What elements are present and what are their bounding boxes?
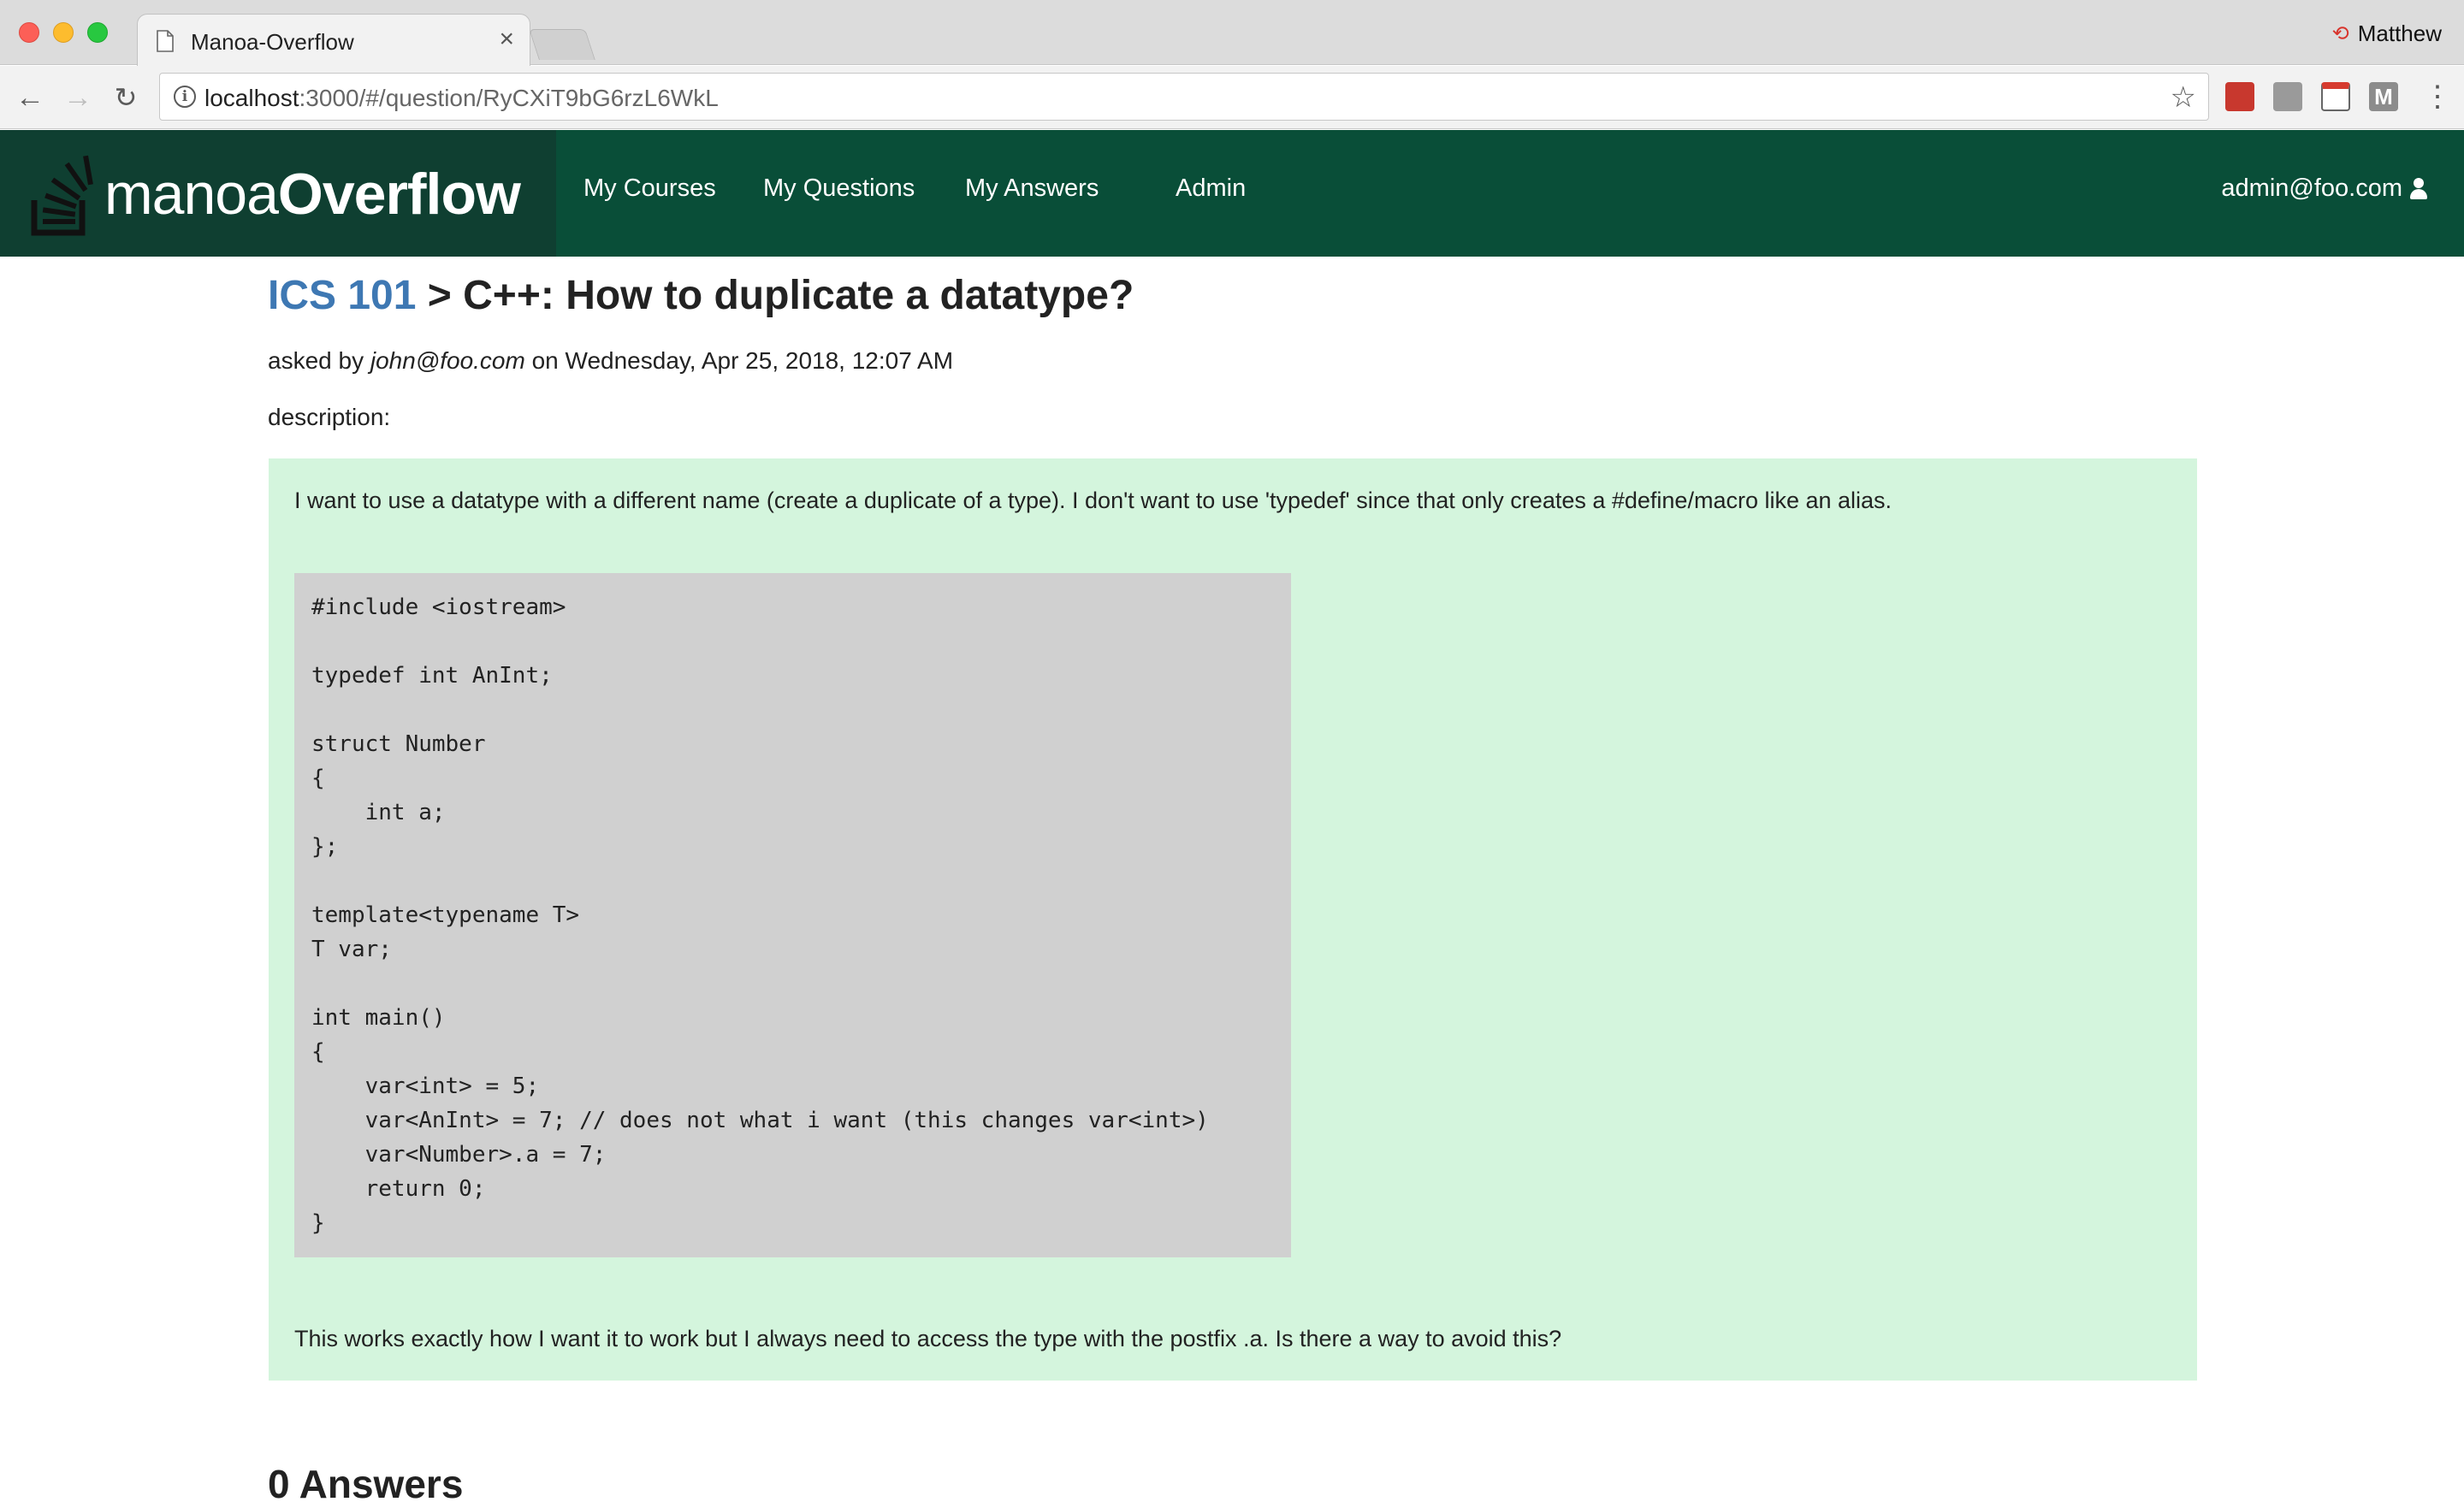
description-box: I want to use a datatype with a differen… (269, 458, 2197, 1381)
extension-gray-icon[interactable] (2273, 82, 2302, 111)
brand-logo[interactable]: manoaOverflow (0, 130, 556, 257)
browser-tab-active[interactable]: Manoa-Overflow × (137, 14, 530, 67)
browser-menu-icon[interactable]: ⋮ (2423, 80, 2452, 114)
question-meta: asked by john@foo.com on Wednesday, Apr … (268, 347, 953, 375)
tab-close-icon[interactable]: × (499, 27, 514, 52)
breadcrumb-separator: > (416, 273, 464, 318)
user-email: admin@foo.com (2221, 174, 2402, 202)
user-icon (2409, 177, 2428, 200)
site-navbar: manoaOverflow My Courses My Questions My… (0, 130, 2464, 257)
nav-my-answers[interactable]: My Answers (965, 174, 1099, 203)
forward-arrow-icon[interactable]: → (62, 81, 94, 114)
description-paragraph-2: This works exactly how I want it to work… (294, 1326, 1562, 1351)
new-tab-button[interactable] (529, 29, 595, 60)
stack-logo-icon (31, 155, 93, 236)
close-window-button[interactable] (19, 22, 39, 43)
minimize-window-button[interactable] (53, 22, 74, 43)
reload-icon[interactable]: ↻ (110, 81, 142, 114)
calendar-icon[interactable] (2321, 82, 2350, 111)
page-icon (157, 30, 174, 52)
question-title: C++: How to duplicate a datatype? (463, 273, 1134, 318)
url-host: localhost (204, 85, 299, 111)
user-menu[interactable]: admin@foo.com (2221, 174, 2428, 203)
code-text: #include <iostream> typedef int AnInt; s… (311, 594, 1209, 1236)
question-date: on Wednesday, Apr 25, 2018, 12:07 AM (524, 347, 954, 374)
url-path: :3000/#/question/RyCXiT9bG6rzL6WkL (299, 85, 719, 111)
code-block: #include <iostream> typedef int AnInt; s… (294, 573, 1291, 1257)
sync-icon: ⟲ (2331, 22, 2349, 45)
profile-button[interactable]: ⟲ Matthew (2332, 21, 2442, 47)
extension-red-icon[interactable] (2225, 82, 2254, 111)
description-label: description: (268, 404, 391, 430)
nav-my-courses[interactable]: My Courses (583, 174, 716, 203)
brand-name-bold: Overflow (277, 162, 521, 227)
back-arrow-icon[interactable]: ← (14, 81, 46, 114)
url-text[interactable]: localhost:3000/#/question/RyCXiT9bG6rzL6… (204, 85, 719, 112)
author-email: john@foo.com (370, 347, 525, 374)
bookmark-star-icon[interactable]: ☆ (2171, 80, 2196, 115)
description-paragraph: I want to use a datatype with a differen… (294, 488, 1892, 513)
browser-toolbar: ← → ↻ i localhost:3000/#/question/RyCXiT… (0, 66, 2464, 129)
brand-name: manoaOverflow (104, 161, 521, 228)
extension-m-icon[interactable]: M (2369, 82, 2398, 111)
profile-name: Matthew (2357, 21, 2442, 46)
tab-title: Manoa-Overflow (191, 29, 354, 55)
browser-tabstrip: Manoa-Overflow × ⟲ Matthew (0, 0, 2464, 67)
nav-admin[interactable]: Admin (1176, 174, 1246, 203)
address-bar[interactable]: i localhost:3000/#/question/RyCXiT9bG6rz… (159, 73, 2209, 121)
info-icon[interactable]: i (174, 86, 196, 108)
course-link[interactable]: ICS 101 (268, 273, 416, 318)
answers-heading: 0 Answers (268, 1462, 464, 1502)
page-title: ICS 101 > C++: How to duplicate a dataty… (268, 272, 1134, 319)
maximize-window-button[interactable] (87, 22, 108, 43)
asked-by-label: asked by (268, 347, 370, 374)
nav-my-questions[interactable]: My Questions (763, 174, 915, 203)
brand-name-light: manoa (104, 162, 279, 227)
